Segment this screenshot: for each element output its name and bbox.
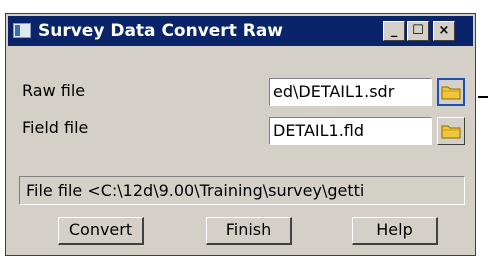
field-file-label: Field file <box>22 118 89 137</box>
field-file-input[interactable]: DETAIL1.fld <box>269 117 432 145</box>
convert-button[interactable]: Convert <box>58 217 144 245</box>
raw-file-label: Raw file <box>22 81 86 100</box>
raw-file-browse-button[interactable] <box>437 78 465 106</box>
title-bar[interactable]: Survey Data Convert Raw _ ☐ × <box>8 16 473 46</box>
app-icon <box>13 23 31 38</box>
status-message: File file <C:\12d\9.00\Training\survey\g… <box>19 176 465 205</box>
raw-file-input[interactable]: ed\DETAIL1.sdr <box>269 78 432 106</box>
close-button[interactable]: × <box>433 21 455 41</box>
window-title: Survey Data Convert Raw <box>38 21 284 41</box>
finish-button[interactable]: Finish <box>206 217 292 245</box>
dialog-window: Survey Data Convert Raw _ ☐ × Raw file e… <box>5 13 476 256</box>
minimize-button[interactable]: _ <box>383 21 405 41</box>
maximize-button[interactable]: ☐ <box>407 21 429 41</box>
callout-line <box>478 96 488 98</box>
folder-icon <box>441 86 461 100</box>
help-button[interactable]: Help <box>352 217 438 245</box>
folder-icon <box>441 125 461 139</box>
field-file-browse-button[interactable] <box>437 117 465 145</box>
